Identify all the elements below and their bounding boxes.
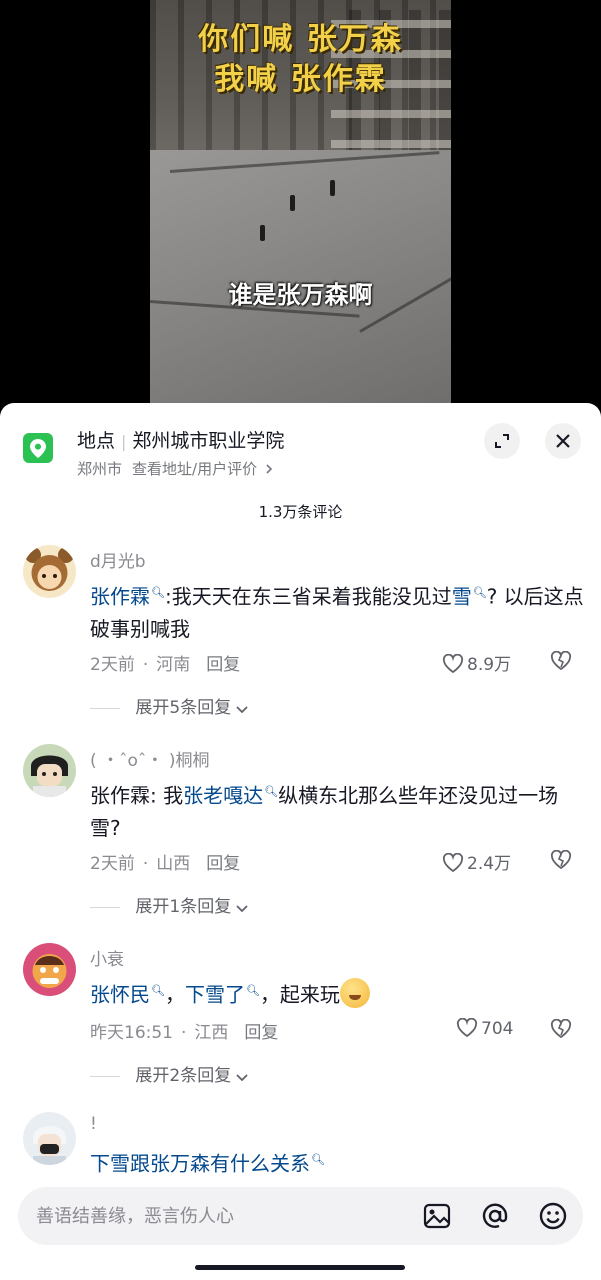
broken-heart-icon bbox=[550, 650, 572, 671]
location-separator: | bbox=[121, 432, 127, 451]
video-overlay-title-1: 你们喊 张万森 bbox=[198, 22, 403, 57]
comment-region: 山西 bbox=[156, 854, 191, 874]
keyword-link[interactable]: 张作霖 bbox=[90, 585, 150, 609]
comment-meta: 2天前 · 山西 回复 bbox=[90, 849, 240, 874]
reply-button[interactable]: 回复 bbox=[206, 655, 240, 675]
location-city: 郑州市 bbox=[77, 460, 123, 478]
search-icon: 🔍︎ bbox=[151, 586, 165, 599]
keyword-link[interactable]: 张老嘎达 bbox=[183, 784, 263, 808]
expand-icon bbox=[495, 434, 509, 448]
location-link[interactable]: 查看地址/用户评价 bbox=[132, 460, 257, 478]
meta-dot: · bbox=[181, 1023, 187, 1043]
comment-text-segment: 张作霖: 我 bbox=[90, 783, 184, 808]
chevron-down-icon bbox=[236, 1074, 248, 1082]
comment-time: 2天前 bbox=[90, 655, 135, 675]
pleading-face-icon bbox=[339, 977, 370, 1008]
comment-meta: 2天前 · 河南 回复 bbox=[90, 650, 240, 675]
comment-username[interactable]: ! bbox=[90, 1114, 97, 1134]
avatar[interactable] bbox=[23, 1112, 76, 1165]
comment-meta: 昨天16:51 · 江西 回复 bbox=[90, 1018, 278, 1043]
comment-sheet: 地点 | 郑州城市职业学院 郑州市 查看地址/用户评价 1.3万条评论 d月光b 张作… bbox=[0, 403, 601, 1280]
dislike-button[interactable] bbox=[550, 849, 572, 874]
video-figure bbox=[330, 180, 335, 196]
meta-dot: · bbox=[142, 655, 149, 675]
heart-icon bbox=[456, 1017, 478, 1038]
video-overlay-title-2: 我喊 张作霖 bbox=[214, 62, 387, 97]
chevron-down-icon bbox=[236, 905, 248, 913]
location-bar[interactable]: 地点 | 郑州城市职业学院 郑州市 查看地址/用户评价 bbox=[0, 403, 601, 493]
emoji-icon[interactable] bbox=[538, 1201, 568, 1231]
avatar[interactable] bbox=[23, 943, 76, 996]
like-button[interactable]: 8.9万 bbox=[442, 650, 511, 675]
video-figure bbox=[260, 225, 265, 241]
image-icon[interactable] bbox=[422, 1201, 452, 1231]
video-player[interactable]: 你们喊 张万森 我喊 张作霖 谁是张万森啊 bbox=[0, 0, 601, 410]
comment-input[interactable] bbox=[36, 1202, 396, 1230]
reply-button[interactable]: 回复 bbox=[244, 1023, 278, 1043]
location-title[interactable]: 地点 | 郑州城市职业学院 bbox=[77, 426, 284, 453]
avatar[interactable] bbox=[23, 545, 76, 598]
close-icon bbox=[556, 434, 570, 448]
keyword-link[interactable]: 张怀民 bbox=[90, 983, 150, 1007]
keyword-link[interactable]: 下雪跟张万森有什么关系 bbox=[90, 1152, 310, 1176]
heart-icon bbox=[442, 653, 464, 674]
video-frame: 你们喊 张万森 我喊 张作霖 谁是张万森啊 bbox=[150, 0, 451, 410]
comment-username[interactable]: 小衰 bbox=[90, 945, 124, 970]
comment-time: 昨天16:51 bbox=[90, 1023, 173, 1043]
comment-text: 张怀民🔍︎，下雪了🔍︎，起来玩 bbox=[90, 975, 586, 1011]
avatar[interactable] bbox=[23, 744, 76, 797]
like-count: 2.4万 bbox=[467, 854, 512, 874]
close-sheet-button[interactable] bbox=[545, 423, 581, 459]
expand-replies-button[interactable]: 展开5条回复 bbox=[90, 693, 249, 718]
map-pin-icon bbox=[23, 433, 53, 463]
chevron-right-icon bbox=[266, 464, 272, 474]
location-label: 地点 bbox=[77, 430, 116, 452]
location-subtitle[interactable]: 郑州市 查看地址/用户评价 bbox=[77, 458, 274, 479]
like-button[interactable]: 704 bbox=[456, 1017, 514, 1039]
location-name: 郑州城市职业学院 bbox=[132, 430, 285, 452]
meta-dot: · bbox=[142, 854, 149, 874]
video-subtitle: 谁是张万森啊 bbox=[228, 281, 373, 309]
comment-text-segment: :我天天在东三省呆着我能没见过 bbox=[164, 584, 452, 609]
expand-replies-label: 展开1条回复 bbox=[135, 897, 232, 917]
expand-replies-button[interactable]: 展开2条回复 bbox=[90, 1061, 249, 1086]
broken-heart-icon bbox=[550, 1018, 572, 1039]
comment-region: 河南 bbox=[156, 655, 191, 675]
search-icon: 🔍︎ bbox=[245, 984, 260, 997]
comment-text-segment: ，起来玩 bbox=[259, 982, 340, 1007]
chevron-down-icon bbox=[236, 706, 248, 714]
comment-text: 张作霖🔍︎:我天天在东三省呆着我能没见过雪🔍︎? 以后这点破事别喊我 bbox=[90, 577, 586, 645]
search-icon: 🔍︎ bbox=[311, 1153, 325, 1166]
reply-button[interactable]: 回复 bbox=[206, 854, 240, 874]
comment-time: 2天前 bbox=[90, 854, 135, 874]
keyword-link[interactable]: 雪 bbox=[452, 585, 472, 609]
home-indicator[interactable] bbox=[195, 1265, 405, 1270]
comment-text-segment: ， bbox=[164, 982, 185, 1007]
at-icon[interactable] bbox=[480, 1201, 510, 1231]
expand-replies-button[interactable]: 展开1条回复 bbox=[90, 892, 249, 917]
dislike-button[interactable] bbox=[550, 1018, 572, 1043]
comment-text: 张作霖: 我张老嘎达🔍︎纵横东北那么些年还没见过一场雪? bbox=[90, 776, 586, 844]
like-count: 8.9万 bbox=[467, 655, 512, 675]
like-button[interactable]: 2.4万 bbox=[442, 849, 511, 874]
comment-username[interactable]: d月光b bbox=[90, 547, 146, 572]
dislike-button[interactable] bbox=[550, 650, 572, 675]
comment-input-bar[interactable] bbox=[18, 1187, 583, 1245]
expand-sheet-button[interactable] bbox=[484, 423, 520, 459]
like-count: 704 bbox=[481, 1019, 514, 1039]
comment-region: 江西 bbox=[194, 1023, 229, 1043]
broken-heart-icon bbox=[550, 849, 572, 870]
expand-replies-label: 展开2条回复 bbox=[135, 1066, 232, 1086]
comment-count: 1.3万条评论 bbox=[258, 503, 343, 521]
comment-username[interactable]: ( ・ˆoˆ・ )桐桐 bbox=[90, 746, 209, 771]
heart-icon bbox=[442, 852, 464, 873]
search-icon: 🔍︎ bbox=[151, 984, 165, 997]
video-figure bbox=[290, 195, 295, 211]
search-icon: 🔍︎ bbox=[472, 586, 487, 599]
keyword-link[interactable]: 下雪了 bbox=[185, 983, 245, 1007]
search-icon: 🔍︎ bbox=[264, 785, 279, 798]
expand-replies-label: 展开5条回复 bbox=[135, 698, 232, 718]
